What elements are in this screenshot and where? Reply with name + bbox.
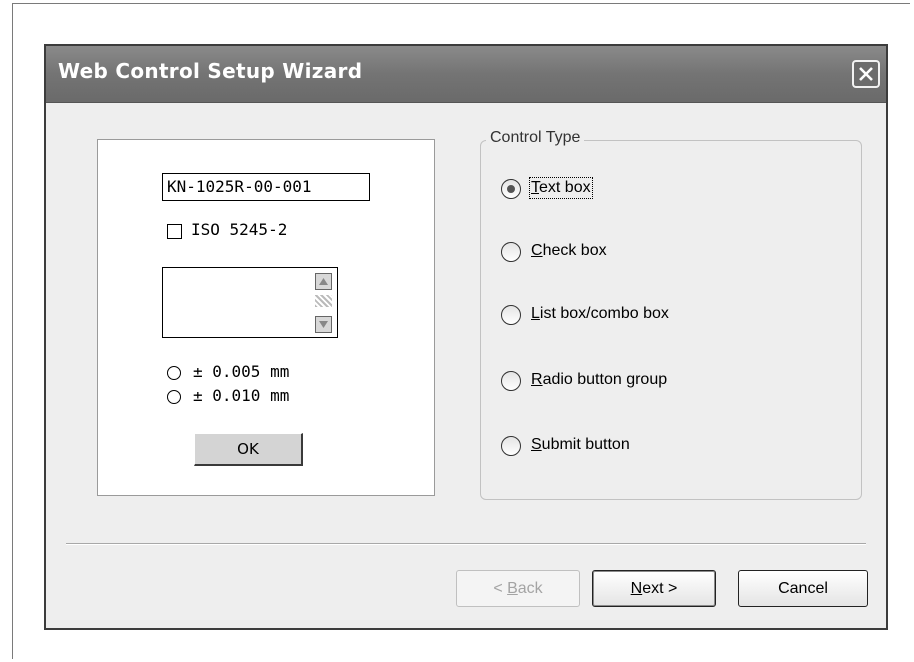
- option-check-box-label[interactable]: Check box: [531, 242, 607, 260]
- control-type-legend: Control Type: [486, 129, 585, 147]
- control-preview-panel: KN-1025R-00-001 ISO 5245-2 ± 0.005 mm ± …: [97, 139, 435, 496]
- title-bar[interactable]: Web Control Setup Wizard: [46, 46, 886, 103]
- radio-text-box[interactable]: [501, 179, 521, 199]
- close-icon: [859, 67, 873, 81]
- radio-submit-button[interactable]: [501, 436, 521, 456]
- radio-check-box[interactable]: [501, 242, 521, 262]
- ok-button[interactable]: OK: [194, 433, 303, 466]
- option-text-box-label[interactable]: Text box: [529, 177, 593, 199]
- tolerance-radio-1[interactable]: [167, 366, 181, 380]
- radio-list-box[interactable]: [501, 305, 521, 325]
- close-button[interactable]: [852, 60, 880, 88]
- option-list-box-label[interactable]: List box/combo box: [531, 305, 669, 323]
- tolerance-label-1: ± 0.005 mm: [193, 362, 290, 381]
- scroll-up-icon: [319, 278, 328, 285]
- iso-checkbox[interactable]: [167, 224, 182, 239]
- back-button[interactable]: < Back: [456, 570, 580, 607]
- footer-separator: [66, 543, 866, 545]
- tolerance-label-2: ± 0.010 mm: [193, 386, 290, 405]
- scroll-down-icon: [319, 321, 328, 328]
- tolerance-radio-2[interactable]: [167, 390, 181, 404]
- scrollbar-track[interactable]: [315, 295, 332, 307]
- radio-selected-dot: [507, 185, 515, 193]
- scroll-down-button[interactable]: [315, 316, 332, 333]
- next-button[interactable]: Next >: [592, 570, 716, 607]
- window-title: Web Control Setup Wizard: [58, 59, 363, 83]
- iso-checkbox-label: ISO 5245-2: [191, 220, 288, 239]
- radio-radio-button-group[interactable]: [501, 371, 521, 391]
- wizard-dialog: Web Control Setup Wizard KN-1025R-00-001…: [44, 44, 888, 630]
- scroll-up-button[interactable]: [315, 273, 332, 290]
- option-submit-button-label[interactable]: Submit button: [531, 436, 630, 454]
- part-number-textbox[interactable]: KN-1025R-00-001: [162, 173, 370, 201]
- preview-listbox[interactable]: [162, 267, 338, 338]
- cancel-button[interactable]: Cancel: [738, 570, 868, 607]
- option-radio-button-group-label[interactable]: Radio button group: [531, 371, 667, 389]
